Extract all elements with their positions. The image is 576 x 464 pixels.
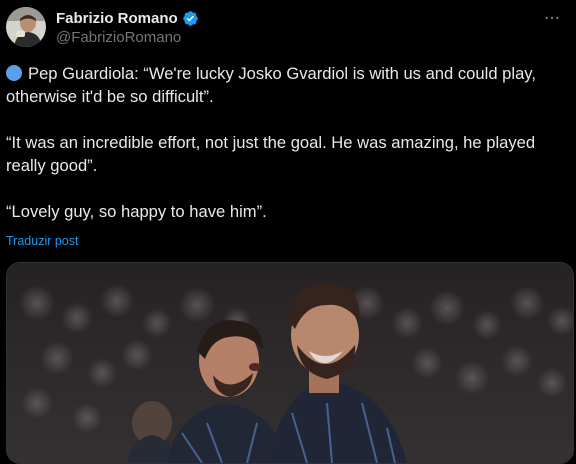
more-options-icon[interactable]: [542, 8, 562, 28]
blue-circle-emoji-icon: [6, 65, 22, 81]
translate-post-link[interactable]: Traduzir post: [6, 234, 78, 248]
football-celebration-photo: [7, 263, 573, 463]
post-paragraph-3: “Lovely guy, so happy to have him”.: [6, 202, 267, 221]
author-handle[interactable]: @FabrizioRomano: [56, 29, 181, 46]
author-name-row[interactable]: Fabrizio Romano: [56, 8, 199, 28]
verified-badge-icon: [182, 10, 199, 27]
post-paragraph-1-text: Pep Guardiola: “We're lucky Josko Gvardi…: [6, 64, 536, 106]
post-media[interactable]: [6, 262, 574, 464]
post-text: Pep Guardiola: “We're lucky Josko Gvardi…: [6, 62, 572, 223]
avatar[interactable]: [6, 7, 46, 47]
post-paragraph-2: “It was an incredible effort, not just t…: [6, 133, 536, 175]
avatar-image: [6, 7, 46, 47]
post-paragraph-1: Pep Guardiola: “We're lucky Josko Gvardi…: [6, 62, 572, 108]
author-display-name[interactable]: Fabrizio Romano: [56, 10, 178, 27]
